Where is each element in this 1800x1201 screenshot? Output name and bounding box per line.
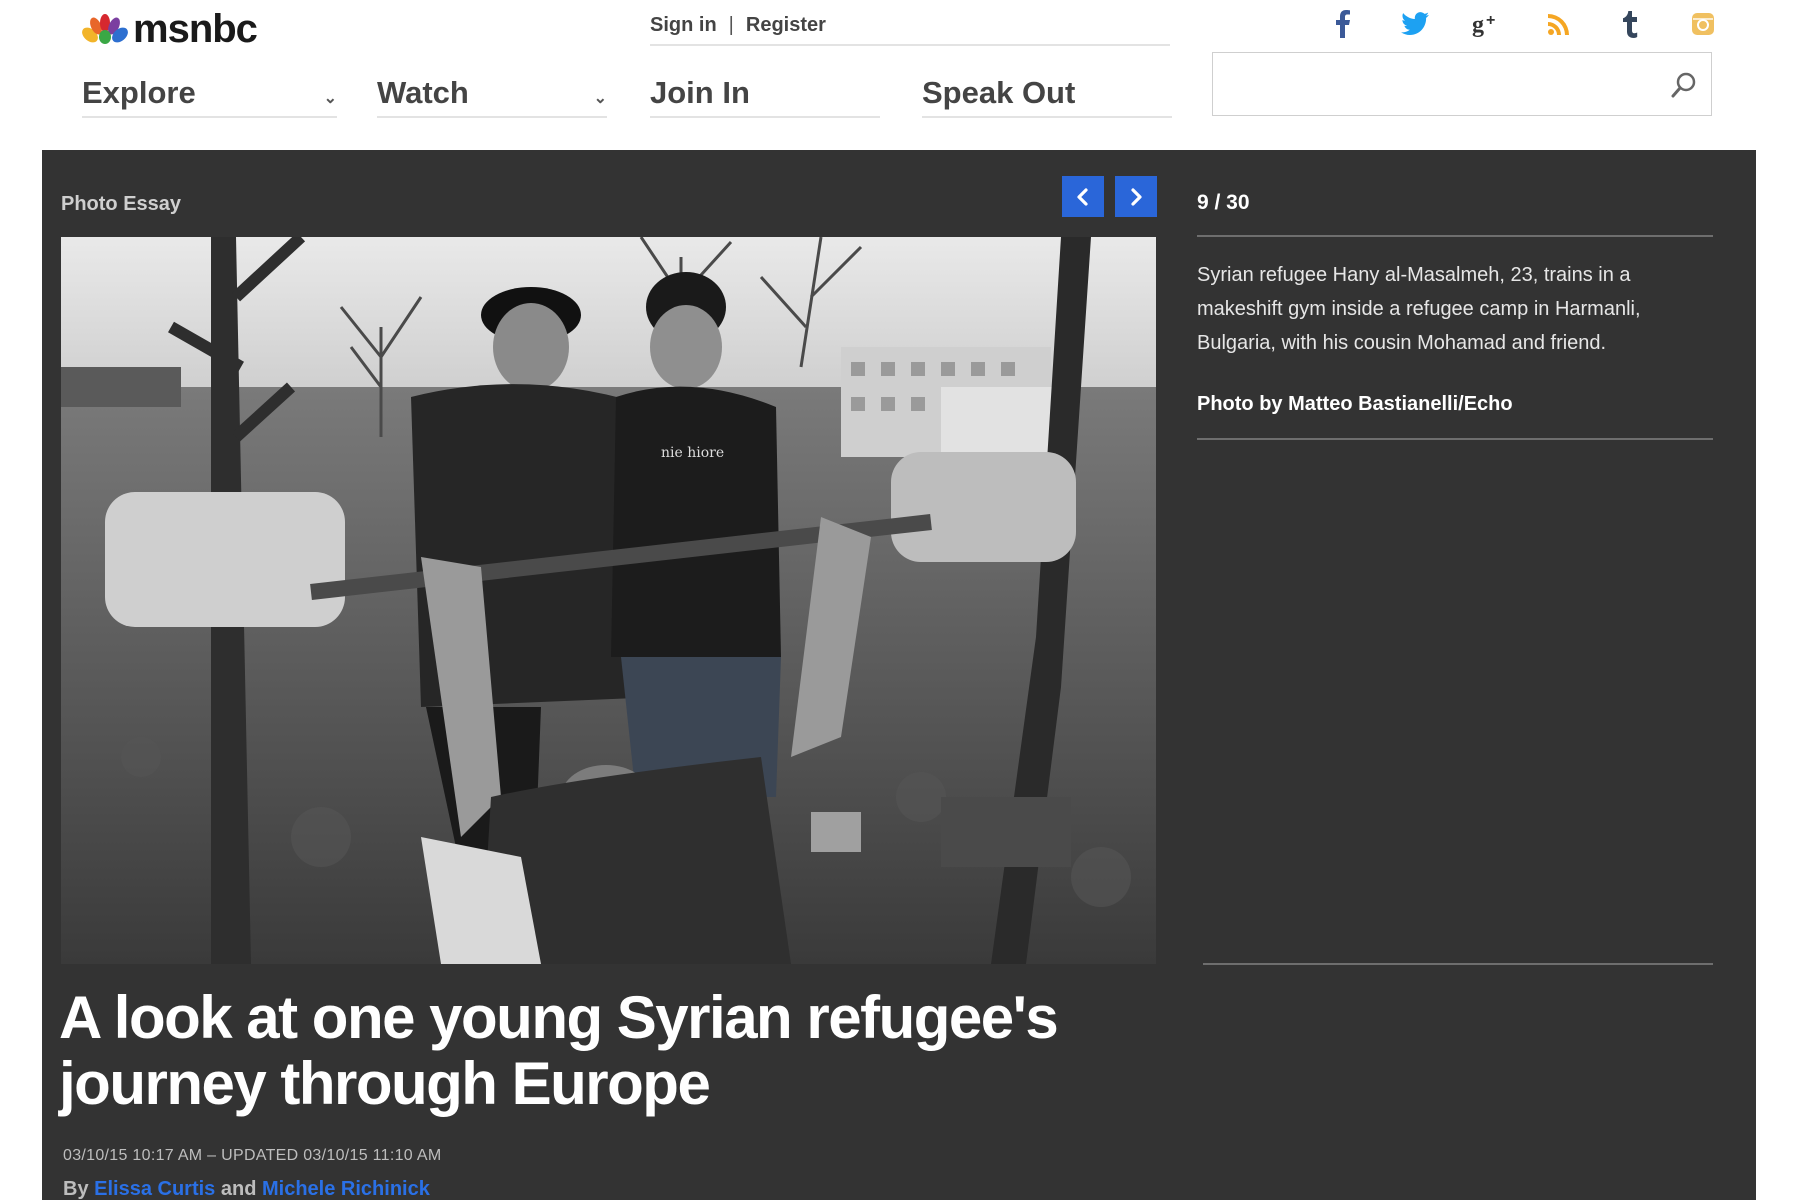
account-separator: | bbox=[728, 13, 734, 36]
nav-speak-out[interactable]: Speak Out bbox=[922, 70, 1172, 118]
rss-icon[interactable] bbox=[1539, 4, 1579, 44]
nav-join-in[interactable]: Join In bbox=[650, 70, 880, 118]
nav-join-in-label: Join In bbox=[650, 75, 750, 110]
logo-text: msnbc bbox=[133, 6, 258, 51]
sign-in-link[interactable]: Sign in bbox=[650, 14, 717, 37]
previous-photo-button[interactable] bbox=[1062, 176, 1104, 217]
photo-caption: Syrian refugee Hany al-Masalmeh, 23, tra… bbox=[1197, 264, 1641, 354]
photo-shirt-text: nie hiore bbox=[661, 445, 724, 461]
refugee-gym-photo: nie hiore bbox=[61, 237, 1156, 964]
section-label: Photo Essay bbox=[61, 193, 182, 215]
svg-text:+: + bbox=[1486, 12, 1495, 29]
search-box bbox=[1212, 52, 1712, 116]
author-link[interactable]: Michele Richinick bbox=[262, 1178, 430, 1200]
msnbc-logo[interactable]: msnbc bbox=[81, 6, 258, 52]
article-headline: A look at one young Syrian refugee's jou… bbox=[59, 984, 1059, 1117]
article-dateline: 03/10/15 10:17 AM – UPDATED 03/10/15 11:… bbox=[63, 1147, 442, 1164]
nav-explore-label: Explore bbox=[82, 75, 196, 110]
chevron-right-icon bbox=[1131, 187, 1142, 206]
divider bbox=[1197, 235, 1713, 237]
chevron-left-icon bbox=[1077, 187, 1088, 206]
nav-explore[interactable]: Explore ⌄ bbox=[82, 70, 337, 118]
facebook-icon[interactable] bbox=[1323, 4, 1363, 44]
gallery-photo[interactable]: nie hiore bbox=[61, 237, 1156, 964]
search-input[interactable] bbox=[1223, 53, 1647, 115]
next-photo-button[interactable] bbox=[1115, 176, 1157, 217]
photo-credit: Photo by Matteo Bastianelli/Echo bbox=[1197, 393, 1513, 415]
nav-watch-label: Watch bbox=[377, 75, 469, 110]
tumblr-icon[interactable] bbox=[1611, 4, 1651, 44]
google-plus-icon[interactable]: g + bbox=[1467, 4, 1507, 44]
svg-text:g: g bbox=[1472, 12, 1484, 37]
peacock-icon bbox=[82, 14, 128, 44]
byline-by: By bbox=[63, 1178, 89, 1200]
divider bbox=[1203, 963, 1713, 965]
photo-counter: 9 / 30 bbox=[1197, 191, 1250, 214]
account-links: Sign in | Register bbox=[650, 6, 1170, 46]
chevron-down-icon: ⌄ bbox=[323, 90, 337, 107]
byline-and: and bbox=[220, 1178, 257, 1200]
nav-watch[interactable]: Watch ⌄ bbox=[377, 70, 607, 118]
nav-speak-out-label: Speak Out bbox=[922, 75, 1076, 110]
search-icon[interactable] bbox=[1669, 70, 1699, 100]
author-link[interactable]: Elissa Curtis bbox=[94, 1178, 215, 1200]
twitter-icon[interactable] bbox=[1395, 4, 1435, 44]
divider bbox=[1197, 438, 1713, 440]
register-link[interactable]: Register bbox=[746, 14, 826, 37]
article-byline: By Elissa Curtis and Michele Richinick bbox=[63, 1178, 430, 1201]
instagram-icon[interactable] bbox=[1683, 4, 1723, 44]
chevron-down-icon: ⌄ bbox=[593, 90, 607, 107]
